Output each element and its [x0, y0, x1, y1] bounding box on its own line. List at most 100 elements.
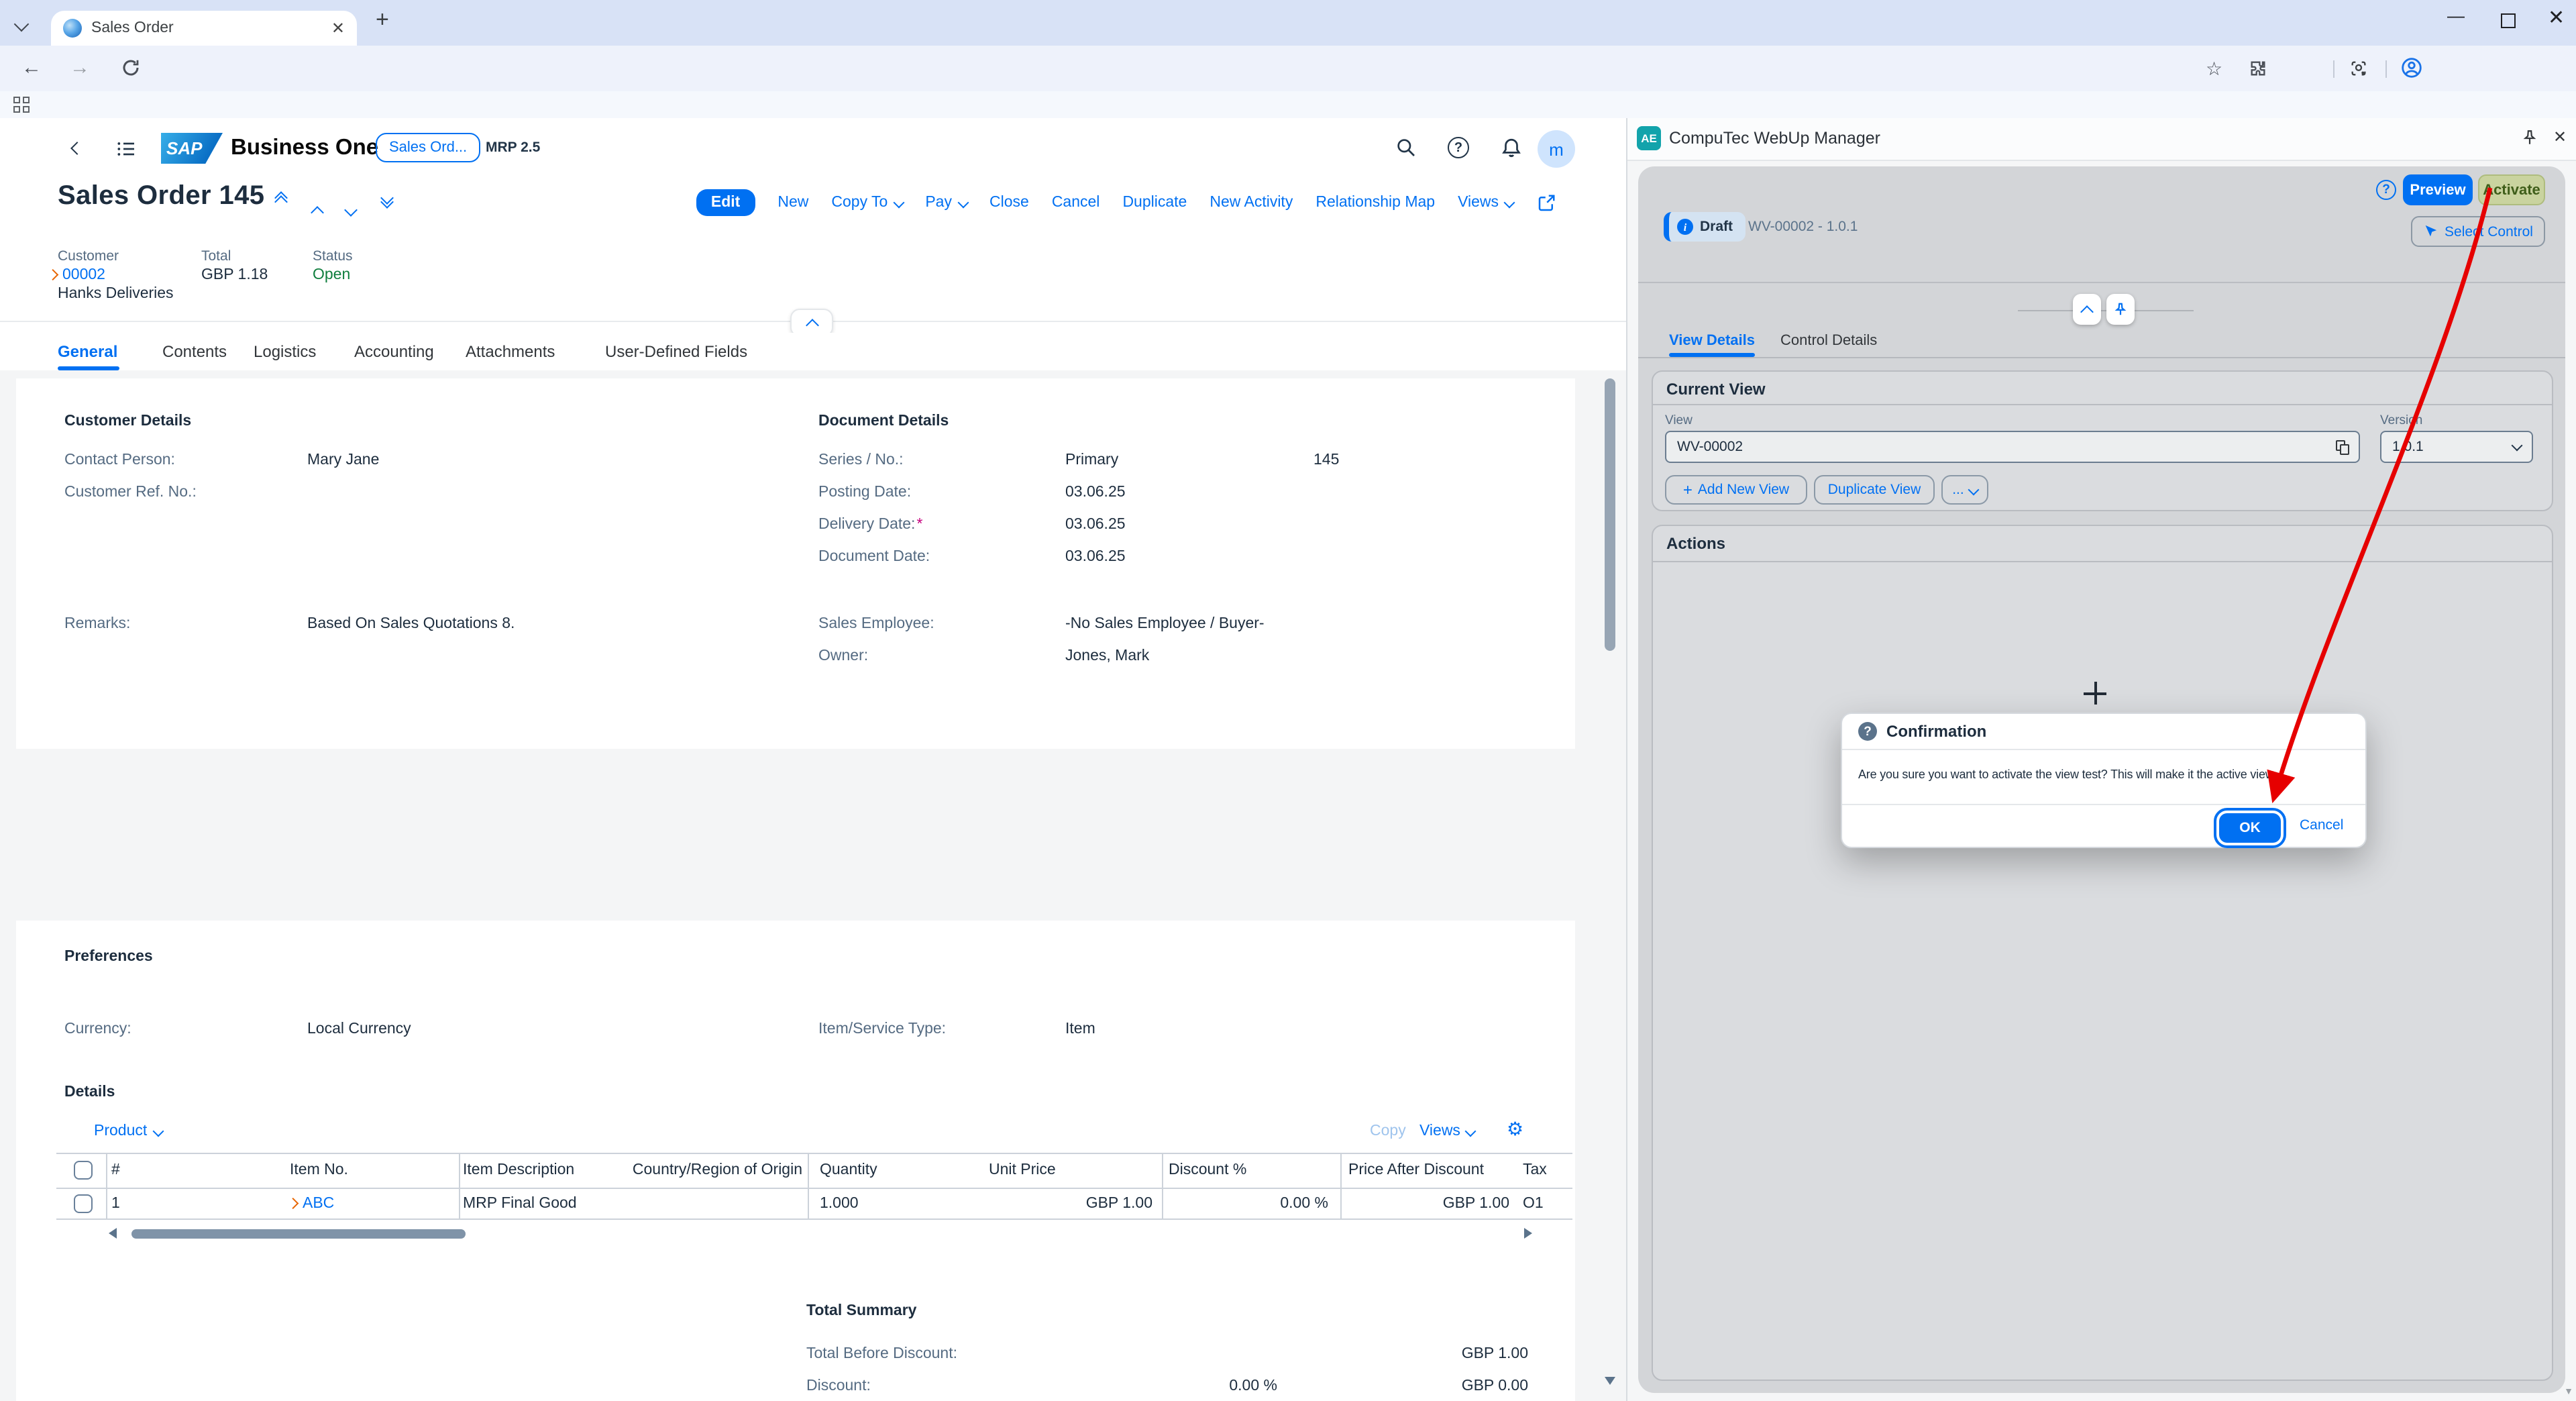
select-control-button[interactable]: Select Control: [2411, 216, 2545, 247]
table-settings-gear-icon[interactable]: ⚙: [1507, 1118, 1523, 1141]
actions-section: Actions: [1652, 525, 2553, 1381]
window-minimize-button[interactable]: —: [2447, 5, 2465, 25]
tab-close-icon[interactable]: ✕: [323, 19, 345, 38]
tab-contents[interactable]: Contents: [162, 342, 227, 361]
panel-title: CompuTec WebUp Manager: [1669, 129, 1880, 148]
scroll-down-icon[interactable]: [1605, 1377, 1615, 1385]
previous-record-icon[interactable]: [313, 200, 322, 224]
notifications-bell-icon[interactable]: [1500, 137, 1523, 160]
search-icon[interactable]: [1395, 137, 1417, 158]
col-header-origin[interactable]: Country/Region of Origin: [593, 1162, 802, 1178]
chevron-down-icon: [1504, 197, 1515, 209]
more-actions-button[interactable]: ...: [1941, 475, 1988, 505]
tab-search-icon[interactable]: [14, 17, 30, 32]
col-header-item-description[interactable]: Item Description: [463, 1162, 574, 1178]
table-views-button[interactable]: Views: [1419, 1123, 1475, 1139]
reload-icon[interactable]: [121, 58, 141, 78]
close-button[interactable]: Close: [989, 195, 1029, 211]
window-maximize-button[interactable]: [2501, 13, 2516, 28]
last-record-icon[interactable]: [382, 196, 392, 204]
profile-icon[interactable]: [2400, 56, 2423, 79]
section-divider: [1653, 404, 2552, 405]
tab-logistics[interactable]: Logistics: [254, 342, 316, 361]
col-header-unit-price[interactable]: Unit Price: [989, 1162, 1056, 1178]
window-close-button[interactable]: ✕: [2548, 5, 2565, 30]
product-menu-button[interactable]: Product: [94, 1123, 162, 1139]
webup-help-icon[interactable]: ?: [2376, 180, 2396, 200]
panel-collapse-button[interactable]: [2073, 294, 2101, 325]
select-all-checkbox[interactable]: [74, 1161, 93, 1180]
new-activity-button[interactable]: New Activity: [1210, 195, 1293, 211]
col-header-price-after-discount[interactable]: Price After Discount: [1348, 1162, 1484, 1178]
scroll-left-icon[interactable]: [109, 1228, 117, 1239]
avatar[interactable]: m: [1538, 130, 1575, 168]
horizontal-scrollbar-thumb[interactable]: [131, 1229, 466, 1239]
cancel-button[interactable]: Cancel: [1052, 195, 1100, 211]
current-view-section: Current View View WV-00002 Version 1.0.1…: [1652, 370, 2553, 511]
version-select[interactable]: 1.0.1: [2380, 431, 2533, 463]
bookmark-star-icon[interactable]: ☆: [2206, 58, 2222, 81]
col-header-item-no[interactable]: Item No.: [290, 1162, 348, 1178]
duplicate-button[interactable]: Duplicate: [1122, 195, 1187, 211]
first-record-icon[interactable]: [276, 196, 286, 204]
app-tab-chip[interactable]: Sales Ord...: [376, 133, 480, 162]
edit-button[interactable]: Edit: [696, 189, 755, 216]
activate-button[interactable]: Activate: [2478, 174, 2545, 205]
help-icon[interactable]: ?: [1448, 137, 1469, 158]
col-header-discount[interactable]: Discount %: [1169, 1162, 1246, 1178]
vertical-scrollbar[interactable]: [1605, 378, 1615, 1396]
customer-link[interactable]: 00002: [50, 267, 105, 283]
share-icon[interactable]: [1536, 193, 1556, 213]
scroll-down-icon[interactable]: ▼: [2564, 1388, 2573, 1397]
cell-quantity: 1.000: [820, 1196, 859, 1212]
mrp-badge: MRP 2.5: [486, 140, 540, 156]
copy-button[interactable]: Copy: [1370, 1123, 1406, 1139]
cell-item-link[interactable]: ABC: [290, 1196, 334, 1212]
cell-unit-price: GBP 1.00: [1036, 1196, 1152, 1212]
add-new-view-button[interactable]: +Add New View: [1665, 475, 1807, 505]
extensions-icon[interactable]: [2249, 59, 2267, 78]
row-checkbox[interactable]: [74, 1194, 93, 1213]
copy-icon[interactable]: [2336, 439, 2348, 454]
field-series-no: Series / No.:Primary145: [818, 451, 1339, 470]
chevron-right-icon: [288, 1198, 299, 1209]
preview-button[interactable]: Preview: [2403, 174, 2473, 205]
browser-tab[interactable]: Sales Order ✕: [51, 11, 357, 46]
col-header-quantity[interactable]: Quantity: [820, 1162, 877, 1178]
tab-view-details[interactable]: View Details: [1669, 333, 1755, 349]
copy-to-button[interactable]: Copy To: [831, 195, 902, 211]
dialog-title: Confirmation: [1886, 722, 1986, 741]
forward-icon[interactable]: →: [70, 56, 90, 79]
pay-button[interactable]: Pay: [925, 195, 967, 211]
ok-button[interactable]: OK: [2219, 813, 2281, 843]
tab-control-details[interactable]: Control Details: [1780, 333, 1877, 349]
table-border: [56, 1188, 1572, 1189]
tab-accounting[interactable]: Accounting: [354, 342, 434, 361]
draft-status-badge: i Draft: [1664, 212, 1745, 242]
relationship-map-button[interactable]: Relationship Map: [1316, 195, 1435, 211]
scroll-right-icon[interactable]: [1524, 1228, 1532, 1239]
panel-close-icon[interactable]: ✕: [2553, 127, 2567, 146]
tab-attachments[interactable]: Attachments: [466, 342, 555, 361]
col-header-num[interactable]: #: [111, 1162, 120, 1178]
next-record-icon[interactable]: [346, 197, 356, 221]
product-name: Business One: [231, 136, 378, 161]
tab-general[interactable]: General: [58, 342, 117, 361]
new-button[interactable]: New: [777, 195, 808, 211]
field-customer-ref: Customer Ref. No.:: [64, 483, 307, 502]
new-tab-button[interactable]: +: [376, 7, 389, 34]
duplicate-view-button[interactable]: Duplicate View: [1814, 475, 1935, 505]
tab-user-defined-fields[interactable]: User-Defined Fields: [605, 342, 747, 361]
pin-icon[interactable]: [2521, 129, 2538, 146]
cancel-button[interactable]: Cancel: [2300, 817, 2343, 833]
col-header-tax[interactable]: Tax: [1523, 1162, 1547, 1178]
shell-back-icon[interactable]: [70, 142, 84, 155]
back-icon[interactable]: ←: [21, 56, 42, 79]
view-input[interactable]: WV-00002: [1665, 431, 2360, 463]
todo-list-icon[interactable]: [115, 138, 137, 160]
lens-icon[interactable]: [2349, 59, 2368, 78]
apps-grid-icon[interactable]: [13, 97, 30, 113]
views-button[interactable]: Views: [1458, 195, 1513, 211]
panel-pin-button[interactable]: [2106, 294, 2135, 325]
vertical-scrollbar-thumb[interactable]: [1605, 378, 1615, 651]
